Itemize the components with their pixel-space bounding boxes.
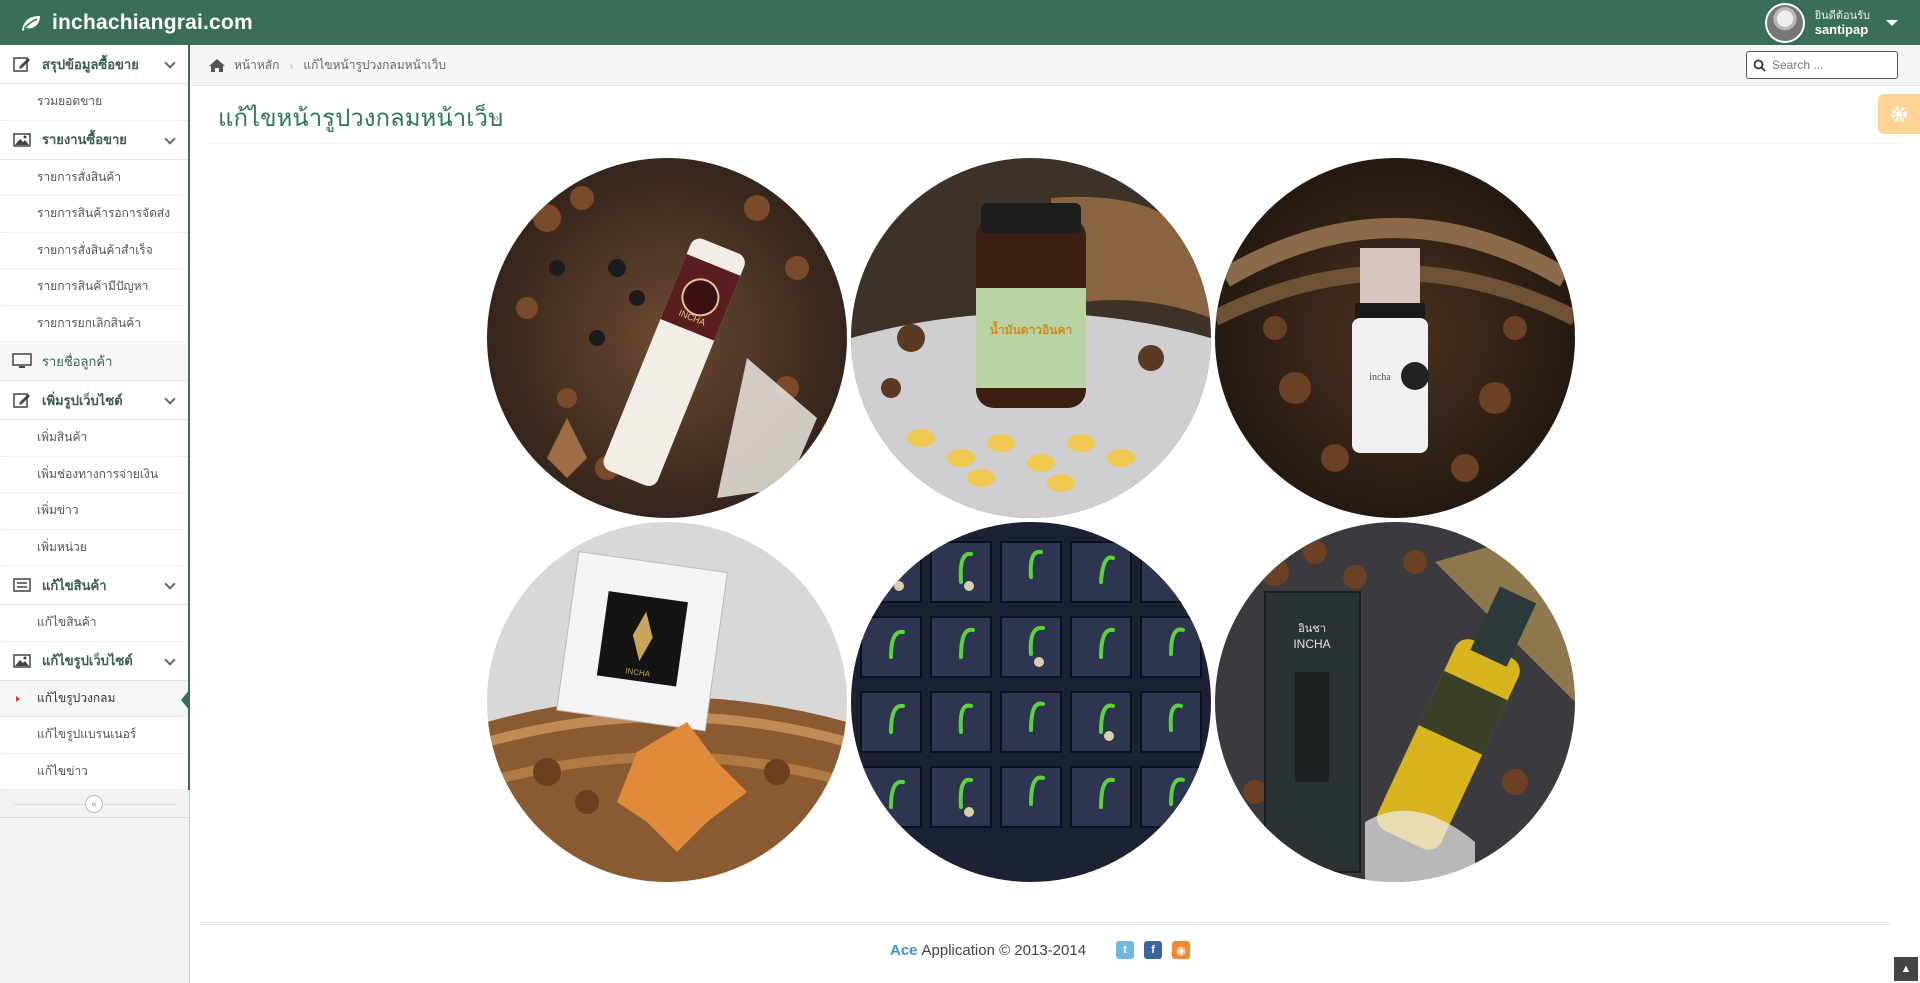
sidebar-collapse-bar: « — [0, 790, 189, 818]
welcome-text: ยินดีต้อนรับ — [1814, 9, 1870, 22]
page-title: แก้ไขหน้ารูปวงกลมหน้าเว็บ — [218, 105, 504, 132]
sidebar-group-label: แก้ไขสินค้า — [42, 577, 107, 593]
breadcrumb-bar: หน้าหลัก › แก้ไขหน้ารูปวงกลมหน้าเว็บ — [191, 45, 1920, 86]
edit-icon — [12, 392, 32, 408]
sidebar-item-pending-shipment[interactable]: รายการสินค้ารอการจัดส่ง — [0, 196, 188, 233]
sidebar-group-label: เพิ่มรูปเว็บไซต์ — [42, 392, 123, 408]
footer-ace: Ace — [890, 941, 918, 959]
home-icon — [209, 59, 225, 72]
sidebar-item-cancelled-orders[interactable]: รายการยกเลิกสินค้า — [0, 305, 188, 342]
sidebar-item-edit-banner[interactable]: แก้ไขรูปแบรนเนอร์ — [0, 717, 188, 754]
leaf-icon — [22, 15, 40, 31]
footer: Ace Application © 2013-2014 t f ◉ — [890, 941, 1191, 959]
chevron-down-icon — [164, 578, 176, 590]
social-links: t f ◉ — [1116, 941, 1191, 959]
settings-button[interactable] — [1878, 94, 1920, 134]
sidebar-item-edit-news[interactable]: แก้ไขข่าว — [0, 753, 188, 790]
serum-bottle-image[interactable]: incha — [1215, 158, 1575, 518]
sacha-inchi-capsules-image[interactable]: น้ำมันดาวอินคา — [851, 158, 1211, 518]
sidebar-group-sales-report[interactable]: รายงานซื้อขาย — [0, 120, 188, 160]
sidebar-item-add-product[interactable]: เพิ่มสินค้า — [0, 420, 188, 457]
page-header: แก้ไขหน้ารูปวงกลมหน้าเว็บ » — [210, 86, 1900, 144]
oil-label: INCHA — [1293, 637, 1330, 651]
sidebar-group-label: แก้ไขรูปเว็บไซต์ — [42, 653, 133, 668]
sidebar-item-edit-circle[interactable]: แก้ไขรูปวงกลม — [0, 680, 190, 717]
gear-icon — [1891, 106, 1907, 122]
chevron-down-icon — [164, 653, 176, 666]
sidebar-item-total-sales[interactable]: รวมยอดขาย — [0, 84, 188, 121]
breadcrumb-home[interactable]: หน้าหลัก — [208, 56, 279, 75]
breadcrumb-current: แก้ไขหน้ารูปวงกลมหน้าเว็บ — [303, 58, 446, 72]
sidebar-group-edit-website[interactable]: แก้ไขรูปเว็บไซต์ — [0, 641, 188, 681]
picture-icon — [12, 132, 32, 148]
incha-oil-bottle-art: อินชา INCHA — [1215, 522, 1575, 882]
search-box — [1746, 51, 1898, 79]
sidebar-item-add-news[interactable]: เพิ่มข่าว — [0, 493, 188, 530]
double-chevron-up-icon: ▲ — [1900, 963, 1912, 975]
sidebar-item-add-payment[interactable]: เพิ่มช่องทางการจ่ายเงิน — [0, 456, 188, 493]
sidebar-group-edit-product[interactable]: แก้ไขสินค้า — [0, 566, 188, 605]
jar-label: น้ำมันดาวอินคา — [990, 320, 1073, 337]
scroll-top-button[interactable]: ▲ — [1894, 957, 1918, 981]
body-lotion-tube-image[interactable]: INCHA — [487, 158, 847, 518]
sidebar-item-problem-orders[interactable]: รายการสินค้ามีปัญหา — [0, 269, 188, 306]
twitter-icon[interactable]: t — [1116, 941, 1135, 959]
facebook-icon[interactable]: f — [1144, 941, 1163, 959]
sidebar-item-orders[interactable]: รายการสั่งสินค้า — [0, 159, 188, 196]
desktop-icon — [12, 353, 32, 369]
seedlings-art — [851, 522, 1211, 882]
caret-down-icon — [1886, 19, 1898, 26]
double-chevron-right-icon: » — [492, 110, 500, 125]
serum-bottle-art: incha — [1215, 158, 1575, 518]
incha-oil-bottle-image[interactable]: อินชา INCHA — [1215, 522, 1575, 882]
list-icon — [12, 577, 32, 593]
username: santipap — [1814, 21, 1869, 37]
seedlings-image[interactable] — [851, 522, 1211, 882]
search-icon — [1753, 59, 1766, 72]
breadcrumb: หน้าหลัก › แก้ไขหน้ารูปวงกลมหน้าเว็บ — [208, 45, 446, 86]
sidebar-item-customers[interactable]: รายชื่อลูกค้า — [0, 342, 188, 381]
sidebar-group-label: สรุปข้อมูลซื้อขาย — [42, 56, 139, 72]
body-lotion-tube-art: INCHA — [487, 158, 847, 518]
sidebar-item-add-unit[interactable]: เพิ่มหน่วย — [0, 529, 188, 566]
brand-name: inchachiangrai.com — [52, 10, 253, 34]
user-menu[interactable]: ยินดีต้อนรับ santipap — [1764, 0, 1898, 45]
navbar: inchachiangrai.com ยินดีต้อนรับ santipap — [0, 0, 1920, 45]
sidebar-group-label: รายงานซื้อขาย — [42, 132, 127, 147]
breadcrumb-home-label: หน้าหลัก — [234, 58, 280, 72]
sacha-inchi-capsules-art: น้ำมันดาวอินคา — [851, 158, 1211, 518]
sidebar-item-edit-product[interactable]: แก้ไขสินค้า — [0, 605, 188, 642]
sidebar-item-label: รายชื่อลูกค้า — [42, 353, 113, 369]
chevron-down-icon — [164, 393, 176, 405]
picture-icon — [12, 653, 32, 669]
breadcrumb-separator-icon: › — [289, 58, 294, 73]
sidebar-menu: สรุปข้อมูลซื้อขาย รวมยอดขาย รายงานซื้อขา… — [0, 45, 190, 790]
chevron-down-icon — [164, 57, 176, 69]
edit-icon — [12, 56, 32, 72]
serum-label: incha — [1369, 372, 1391, 383]
sidebar-group-sales-summary[interactable]: สรุปข้อมูลซื้อขาย — [0, 45, 188, 84]
chevron-down-icon — [164, 132, 176, 145]
search-input[interactable] — [1772, 58, 1892, 72]
oil-brand-label: อินชา — [1298, 622, 1326, 635]
footer-divider — [200, 922, 1890, 925]
avatar — [1764, 2, 1805, 43]
soap-box-image[interactable]: INCHA — [487, 522, 847, 882]
double-chevron-left-icon[interactable]: « — [85, 795, 103, 813]
rss-icon[interactable]: ◉ — [1172, 941, 1191, 959]
sidebar-item-completed-orders[interactable]: รายการสั่งสินค้าสำเร็จ — [0, 232, 188, 269]
sidebar: สรุปข้อมูลซื้อขาย รวมยอดขาย รายงานซื้อขา… — [0, 45, 190, 983]
sidebar-group-add-website[interactable]: เพิ่มรูปเว็บไซต์ — [0, 381, 188, 420]
brand[interactable]: inchachiangrai.com — [20, 0, 253, 45]
footer-text: Application © 2013-2014 — [921, 941, 1087, 959]
soap-box-art: INCHA — [487, 522, 847, 882]
